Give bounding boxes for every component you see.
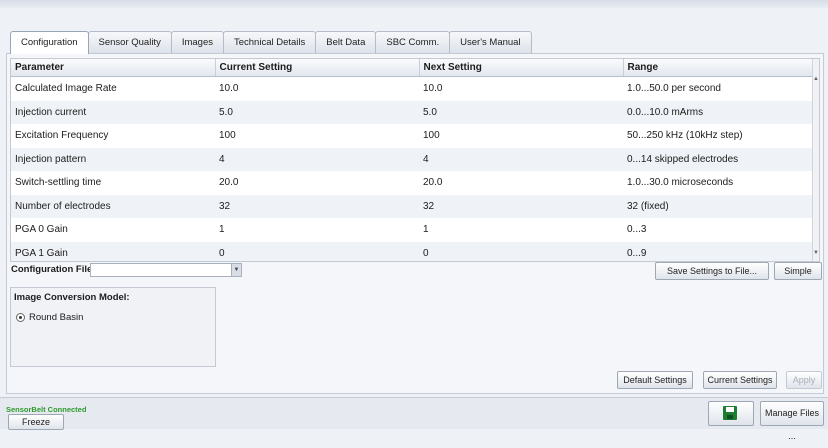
table-row[interactable]: Injection current 5.0 5.0 0.0...10.0 mAr… [11, 100, 815, 124]
tab-sensor-quality[interactable]: Sensor Quality [87, 31, 172, 53]
cell-next-setting[interactable]: 4 [419, 147, 623, 171]
column-header-range[interactable]: Range [623, 59, 816, 77]
cell-current-setting[interactable]: 32 [215, 194, 419, 218]
simple-button[interactable]: Simple [774, 262, 822, 280]
settings-table: Parameter Current Setting Next Setting R… [10, 58, 820, 262]
cell-current-setting[interactable]: 4 [215, 147, 419, 171]
table-row[interactable]: PGA 1 Gain 0 0 0...9 [11, 241, 815, 261]
cell-next-setting[interactable]: 100 [419, 124, 623, 148]
cell-parameter: Injection current [11, 100, 215, 124]
column-header-current-setting[interactable]: Current Setting [215, 59, 420, 77]
tab-belt-data[interactable]: Belt Data [315, 31, 377, 53]
round-basin-radio[interactable]: Round Basin [16, 312, 83, 323]
cell-current-setting[interactable]: 5.0 [215, 100, 419, 124]
manage-files-button[interactable]: Manage Files ... [760, 401, 824, 441]
cell-parameter: Switch-settling time [15, 177, 102, 189]
cell-next-setting[interactable]: 5.0 [419, 100, 623, 124]
config-file-select[interactable]: ▼ [90, 263, 242, 277]
tab-images[interactable]: Images [170, 31, 224, 53]
default-settings-button[interactable]: Default Settings [617, 371, 693, 389]
cell-current-setting[interactable]: 20.0 [215, 171, 419, 195]
cell-range: 1.0...50.0 per second [627, 83, 721, 95]
cell-parameter: Injection pattern [11, 147, 215, 171]
cell-current-setting[interactable]: 0 [215, 241, 419, 261]
chevron-down-icon[interactable]: ▼ [231, 264, 241, 276]
cell-current-setting[interactable]: 100 [215, 124, 419, 148]
table-row[interactable]: Switch-settling time 20.0 20.0 1.0...30.… [11, 171, 815, 195]
floppy-disk-icon [723, 406, 737, 420]
tab-technical-details[interactable]: Technical Details [222, 31, 317, 53]
table-scrollbar[interactable]: ▲ ▼ [812, 59, 819, 261]
cell-next-setting[interactable]: 10.0 [419, 77, 623, 101]
save-button[interactable] [708, 401, 754, 426]
status-bar [0, 397, 828, 429]
cell-parameter: PGA 1 Gain [11, 241, 215, 261]
radio-selected-icon[interactable] [16, 313, 25, 322]
cell-current-setting[interactable]: 10.0 [215, 77, 419, 101]
round-basin-label: Round Basin [29, 312, 84, 323]
cell-range: 0.0...10.0 mArms [623, 100, 815, 124]
cell-next-setting[interactable]: 20.0 [419, 171, 623, 195]
cell-parameter: Calculated Image Rate [15, 83, 117, 95]
cell-next-setting[interactable]: 1 [419, 218, 623, 242]
cell-range: 0...3 [627, 224, 647, 236]
table-row[interactable]: PGA 0 Gain 1 1 0...3 [11, 218, 815, 242]
connection-status: SensorBelt Connected [6, 405, 87, 414]
tab-configuration[interactable]: Configuration [10, 31, 89, 54]
tab-bar: Configuration Sensor Quality Images Tech… [10, 31, 532, 54]
cell-range: 0...14 skipped electrodes [623, 147, 815, 171]
config-file-label: Configuration File: [11, 264, 96, 275]
table-header-row: Parameter Current Setting Next Setting R… [11, 59, 816, 77]
cell-current-setting[interactable]: 1 [215, 218, 419, 242]
cell-parameter: Excitation Frequency [15, 130, 109, 142]
cell-next-setting[interactable]: 0 [419, 241, 623, 261]
cell-range: 0...9 [623, 241, 815, 261]
tab-sbc-comm[interactable]: SBC Comm. [375, 31, 451, 53]
cell-range: 50...250 kHz (10kHz step) [627, 130, 743, 142]
window-top-strip [0, 0, 828, 8]
cell-range: 32 (fixed) [623, 194, 815, 218]
tab-users-manual[interactable]: User's Manual [449, 31, 532, 53]
scroll-up-icon[interactable]: ▲ [813, 75, 819, 83]
save-settings-button[interactable]: Save Settings to File... [655, 262, 769, 280]
column-header-next-setting[interactable]: Next Setting [419, 59, 624, 77]
cell-parameter: Number of electrodes [11, 194, 215, 218]
cell-range: 1.0...30.0 microseconds [627, 177, 734, 189]
current-settings-button[interactable]: Current Settings [703, 371, 777, 389]
column-header-parameter[interactable]: Parameter [11, 59, 216, 77]
cell-next-setting[interactable]: 32 [419, 194, 623, 218]
scroll-down-icon[interactable]: ▼ [813, 249, 819, 257]
table-row[interactable]: Number of electrodes 32 32 32 (fixed) [11, 194, 815, 218]
apply-button[interactable]: Apply [786, 371, 822, 389]
table-row[interactable]: Injection pattern 4 4 0...14 skipped ele… [11, 147, 815, 171]
cell-parameter: PGA 0 Gain [15, 224, 68, 236]
table-row[interactable]: Excitation Frequency 100 100 50...250 kH… [11, 124, 815, 148]
image-conversion-title: Image Conversion Model: [14, 292, 130, 303]
table-row[interactable]: Calculated Image Rate 10.0 10.0 1.0...50… [11, 77, 815, 101]
